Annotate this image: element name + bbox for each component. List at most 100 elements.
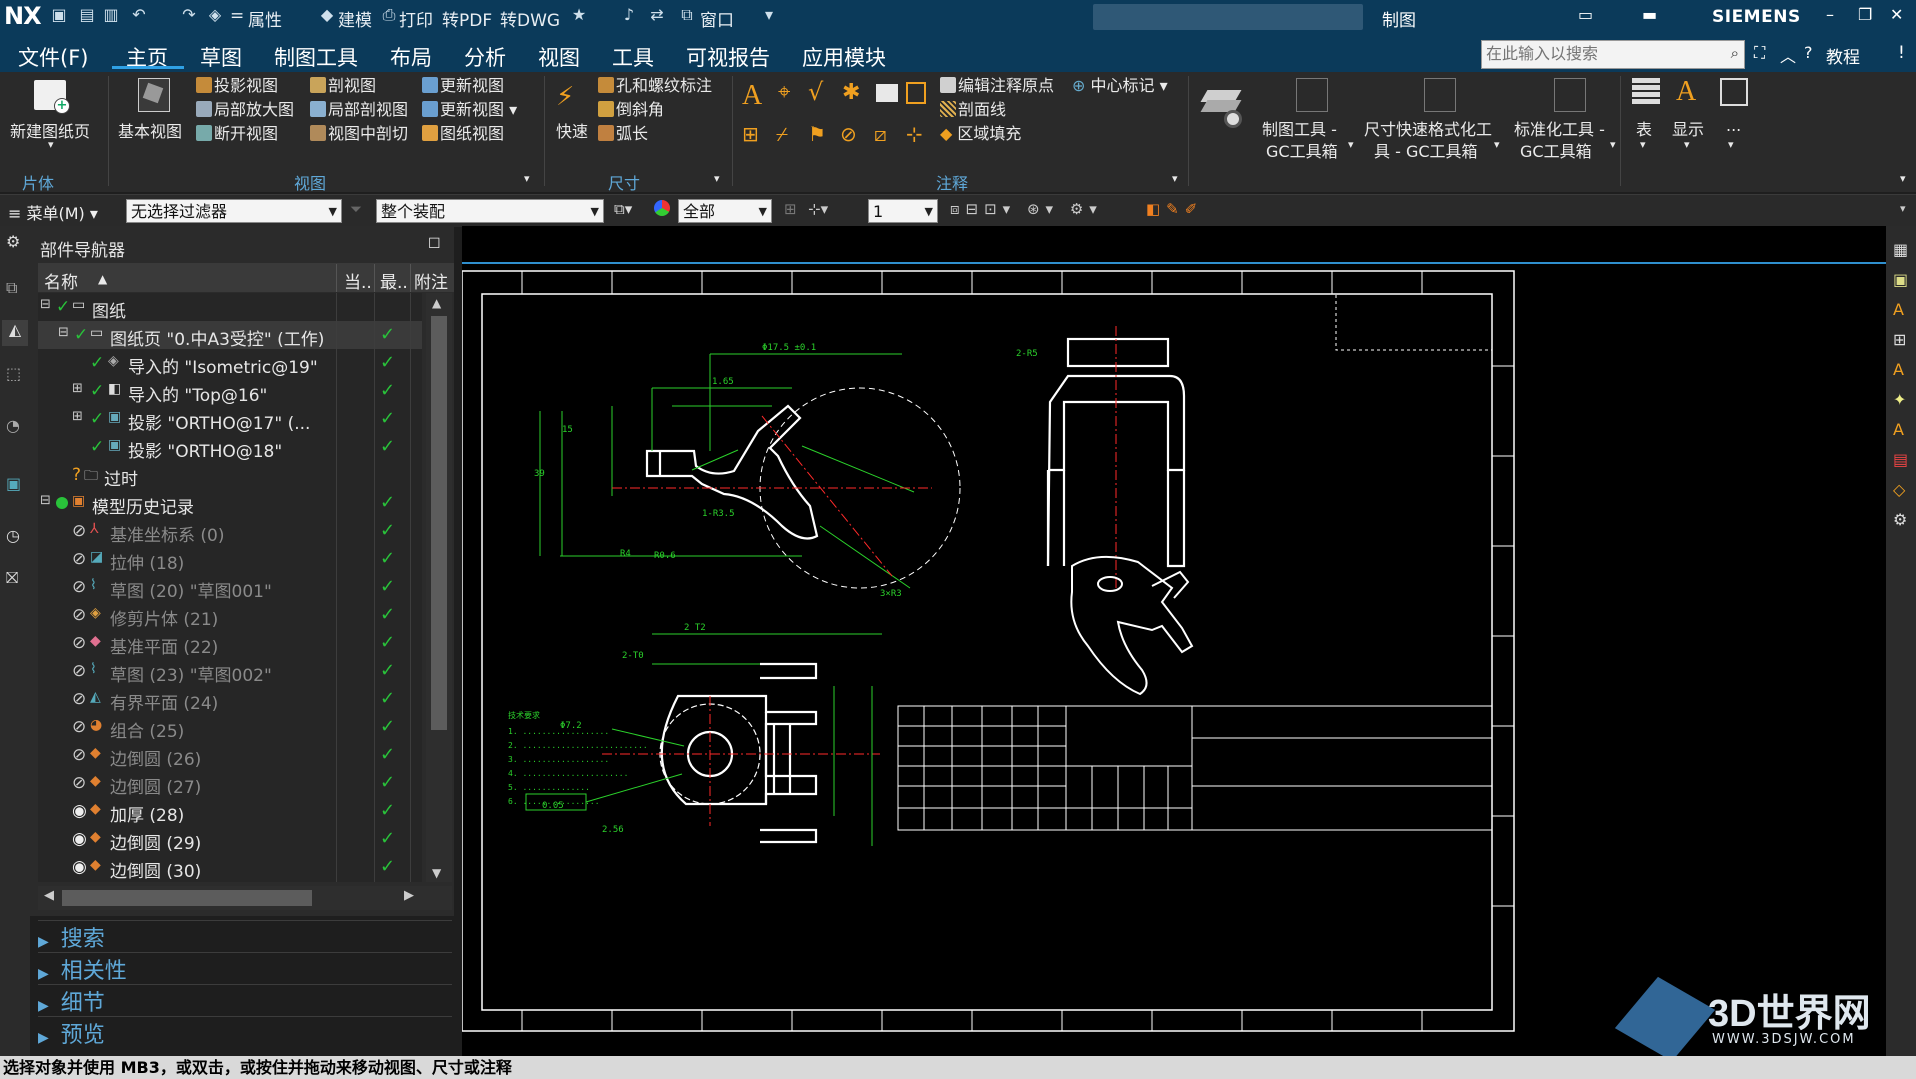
command-search[interactable]: ⌕ — [1481, 40, 1745, 69]
visible-eye-icon[interactable]: ◉ — [72, 857, 87, 877]
table-dropdown[interactable]: ▾ — [1640, 138, 1646, 151]
quick-dimension-button[interactable]: 快速 — [556, 118, 588, 142]
tree-row-feature[interactable]: ⊘ ⅄ 基准坐标系 (0) ✓ — [38, 517, 422, 546]
hidden-eye-icon[interactable]: ⊘ — [72, 521, 86, 541]
graphics-window[interactable]: Φ17.5 ±0.1 1.65 15 39 R4 R0.6 1-R3.5 3×R3 2-… — [461, 226, 1886, 1060]
visible-eye-icon[interactable]: ◉ — [72, 801, 87, 821]
dimension-group-expand[interactable]: ▾ — [714, 172, 720, 185]
more-button[interactable]: ... — [1726, 116, 1741, 135]
restore-icon[interactable]: ❐ — [1858, 5, 1872, 24]
hatch-button[interactable]: 剖面线 — [940, 96, 1006, 120]
collapse-icon[interactable]: ⊟ — [58, 325, 69, 340]
hidden-eye-icon[interactable]: ⊘ — [72, 577, 86, 597]
visible-eye-icon[interactable]: ◉ — [72, 829, 87, 849]
note-icon[interactable]: A — [742, 80, 762, 112]
part-nav-icon[interactable]: ◭ — [2, 320, 28, 346]
standardize-dropdown[interactable]: ▾ — [1610, 138, 1616, 151]
tree-row-feature[interactable]: ⊘ ⌇ 草图 (23) "草图002" ✓ — [38, 657, 422, 686]
tree-row-feature[interactable]: ⊘ ◈ 修剪片体 (21) ✓ — [38, 601, 422, 630]
save-icon[interactable]: ▣ — [50, 6, 68, 24]
hole-thread-button[interactable]: 孔和螺纹标注 — [598, 72, 712, 96]
settings-icon[interactable]: ⚙ — [6, 232, 20, 251]
tree-row-history[interactable]: ⊟ ▣ 模型历史记录 ✓ — [38, 489, 422, 518]
surface-finish-icon[interactable]: √ — [808, 78, 823, 106]
update-view-button[interactable]: 更新视图 — [422, 72, 504, 96]
layer-select[interactable]: 1 ▼ — [868, 199, 938, 223]
minimize-icon[interactable]: – — [1826, 5, 1834, 24]
format-icon[interactable]: A — [1893, 420, 1904, 439]
star-icon[interactable]: ★ — [570, 6, 588, 24]
break-view-button[interactable]: 断开视图 — [196, 120, 278, 144]
column-current[interactable]: 当.. — [344, 268, 372, 293]
drawing-sheet[interactable]: Φ17.5 ±0.1 1.65 15 39 R4 R0.6 1-R3.5 3×R3 2-… — [461, 226, 1886, 1060]
center-mark-button[interactable]: ⊕ 中心标记 ▾ — [1072, 72, 1168, 96]
snap-point-icon[interactable]: ⊹▾ — [808, 200, 828, 218]
search-icon[interactable]: ⌕ — [1731, 44, 1739, 62]
hidden-eye-icon[interactable]: ⊘ — [72, 661, 86, 681]
tree-row-view[interactable]: ⊞ ✓ ▣ 投影 "ORTHO@17" (... ✓ — [38, 405, 422, 434]
text-style-icon[interactable]: A — [1893, 360, 1904, 379]
search-input[interactable] — [1482, 41, 1718, 68]
symbol-icon[interactable]: ◇ — [1893, 480, 1905, 499]
scroll-down-icon[interactable]: ▼ — [432, 866, 441, 880]
column-latest[interactable]: 最.. — [380, 268, 408, 293]
alert-icon[interactable]: ! — [1898, 43, 1905, 63]
column-note[interactable]: 附注 — [414, 268, 448, 293]
help-icon[interactable]: ? — [1804, 43, 1813, 62]
table-icon[interactable]: ▦ — [1893, 240, 1908, 259]
display-dropdown[interactable]: ▾ — [1684, 138, 1690, 151]
hidden-eye-icon[interactable]: ⊘ — [72, 633, 86, 653]
system-materials-icon[interactable]: ⛝ — [6, 568, 18, 588]
undo-icon[interactable]: ↶ — [130, 6, 148, 24]
tree-row-feature[interactable]: ◉ ◆ 边倒圆 (30) ✓ — [38, 853, 422, 882]
update-view-button-2[interactable]: 更新视图 ▾ — [422, 96, 517, 120]
area-fill-button[interactable]: ◆ 区域填充 — [940, 120, 1021, 144]
tree-row-feature[interactable]: ⊘ ◕ 组合 (25) ✓ — [38, 713, 422, 742]
redo-icon[interactable]: ↷ — [180, 6, 198, 24]
color-filter-icon[interactable] — [654, 200, 670, 216]
table-button[interactable]: 表 — [1636, 116, 1652, 140]
feature-control-icon[interactable]: ⌖ — [778, 80, 790, 105]
settings-icon[interactable]: ⚙ — [1893, 510, 1907, 529]
web-browser-icon[interactable]: ▣ — [6, 474, 21, 493]
dim-quick-format-button[interactable]: 尺寸快速格式化工 — [1364, 116, 1492, 140]
tree-row-view[interactable]: ✓ ◈ 导入的 "Isometric@19" ✓ — [38, 349, 422, 378]
column-name[interactable]: 名称 — [44, 268, 78, 293]
tree-row-drawing[interactable]: ⊟ ✓ ▭ 图纸 — [38, 293, 422, 322]
hidden-eye-icon[interactable]: ⊘ — [72, 549, 86, 569]
tutorial-link[interactable]: 教程 — [1826, 43, 1860, 68]
open-icon[interactable]: ▤ — [78, 6, 96, 24]
local-section-button[interactable]: 局部剖视图 — [310, 96, 408, 120]
standardize-button[interactable]: 标准化工具 - — [1514, 116, 1605, 140]
properties-button[interactable]: 属性 — [248, 6, 282, 31]
collapse-icon[interactable]: ⊟ — [40, 297, 51, 312]
assembly-nav-icon[interactable]: ⧉ — [6, 278, 17, 298]
tree-row-feature[interactable]: ◉ ◆ 边倒圆 (29) ✓ — [38, 825, 422, 854]
hidden-eye-icon[interactable]: ⊘ — [72, 717, 86, 737]
new-sheet-icon[interactable]: ⊞ — [1893, 330, 1906, 349]
new-sheet-dropdown[interactable]: ▾ — [48, 138, 54, 151]
ribbon-layout-icon[interactable]: ▭ — [1578, 5, 1593, 24]
center-line-icon[interactable]: ⌿ — [776, 122, 788, 146]
view-group-expand[interactable]: ▾ — [524, 172, 530, 185]
table-note-icon[interactable] — [906, 82, 926, 104]
tab-sketch[interactable]: 草图 — [200, 42, 242, 72]
history-icon[interactable]: ◷ — [6, 526, 20, 545]
link-icon[interactable]: ⇄ — [648, 6, 666, 24]
to-pdf-button[interactable]: 转PDF — [442, 6, 492, 31]
close-icon[interactable]: ✕ — [1890, 5, 1903, 24]
tree-row-sheet[interactable]: ⊟ ✓ ▭ 图纸页 "0.中A3受控" (工作) ✓ — [38, 321, 422, 350]
snap-icon[interactable]: ⊞ — [784, 200, 797, 218]
tree-row-outdated[interactable]: ? 🗀 过时 — [38, 461, 422, 490]
tree-row-view[interactable]: ⊞ ✓ ◧ 导入的 "Top@16" ✓ — [38, 377, 422, 406]
type-filter-select[interactable]: 无选择过滤器 ▼ — [126, 199, 342, 223]
tab-app-modules[interactable]: 应用模块 — [802, 42, 886, 72]
note-icon[interactable]: A — [1893, 300, 1904, 319]
leader-icon[interactable]: ⚑ — [808, 122, 826, 146]
tree-row-feature[interactable]: ⊘ ◪ 拉伸 (18) ✓ — [38, 545, 422, 574]
offset-icon[interactable]: ⊹ — [906, 122, 923, 146]
weld-icon[interactable]: ⊞ — [742, 122, 759, 146]
tree-row-view[interactable]: ✓ ▣ 投影 "ORTHO@18" ✓ — [38, 433, 422, 462]
horizontal-scroll-thumb[interactable] — [62, 890, 312, 906]
edit-tools-icons[interactable]: ◧✎✐ — [1146, 200, 1203, 218]
